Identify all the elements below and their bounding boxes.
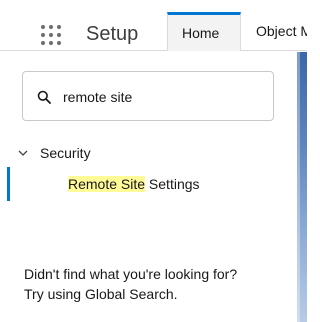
- content-background: [297, 52, 307, 322]
- tab-home[interactable]: Home: [167, 12, 241, 51]
- help-line-2: Try using Global Search.: [24, 286, 178, 302]
- chevron-down-icon: [18, 150, 28, 156]
- tree-section-label: Security: [40, 145, 91, 161]
- quick-find-value: remote site: [63, 89, 133, 105]
- app-name: Setup: [86, 23, 139, 45]
- setup-header: Setup Home Object M: [0, 0, 307, 51]
- help-line-1: Didn't find what you're looking for?: [24, 266, 238, 282]
- setup-sidebar: remote site Security Remote Site Setting…: [0, 52, 297, 322]
- tree-item-label: Remote Site Settings: [68, 175, 200, 193]
- tab-object-manager[interactable]: Object M: [241, 12, 307, 51]
- search-match-highlight: Remote Site: [68, 176, 146, 192]
- quick-find-input[interactable]: remote site: [22, 71, 274, 121]
- app-launcher-icon[interactable]: [38, 22, 68, 52]
- search-icon: [37, 90, 51, 104]
- selected-indicator: [7, 167, 10, 201]
- tree-item-remote-site-settings[interactable]: Remote Site Settings: [7, 167, 297, 201]
- tree-item-label-rest: Settings: [145, 176, 200, 192]
- no-results-help: Didn't find what you're looking for? Try…: [24, 264, 237, 304]
